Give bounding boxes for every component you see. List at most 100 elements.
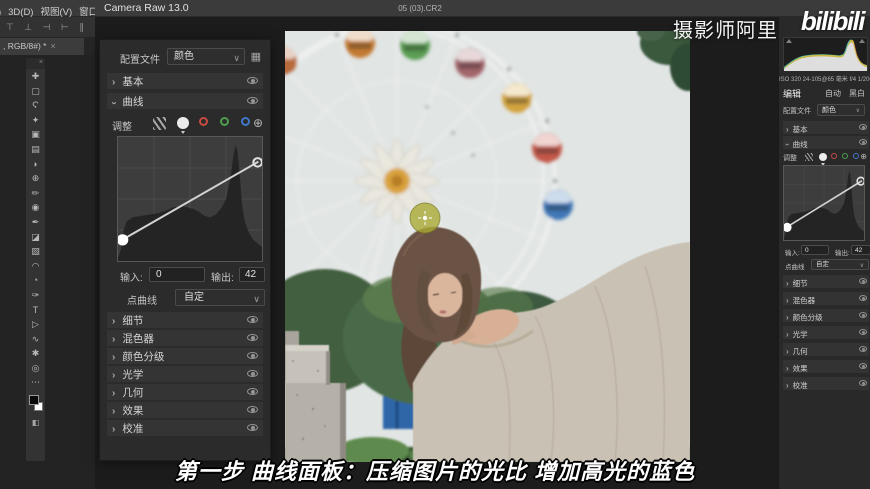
- path-selection-tool[interactable]: ▷: [26, 317, 45, 332]
- menu-view[interactable]: 视图(V): [40, 7, 72, 17]
- visibility-eye-icon[interactable]: [859, 380, 867, 386]
- targeted-adjustment-icon[interactable]: ⊕: [860, 152, 867, 161]
- visibility-eye-icon[interactable]: [859, 312, 867, 318]
- visibility-eye-icon[interactable]: [247, 424, 258, 431]
- blue-channel-icon[interactable]: [241, 117, 250, 126]
- section-color-mixer[interactable]: ›混色器: [783, 292, 869, 305]
- point-curve-channel-icon[interactable]: [177, 117, 189, 129]
- profile-select[interactable]: 颜色 ∨: [167, 48, 245, 65]
- visibility-eye-icon[interactable]: [859, 278, 867, 284]
- color-sampler-cursor[interactable]: [410, 203, 440, 233]
- section-color-grading[interactable]: ›颜色分级: [107, 348, 263, 364]
- section-color-grading[interactable]: ›颜色分级: [783, 309, 869, 322]
- visibility-eye-icon[interactable]: [247, 370, 258, 377]
- section-geometry[interactable]: ›几何: [783, 343, 869, 356]
- section-curves[interactable]: ›曲线: [783, 136, 869, 149]
- visibility-eye-icon[interactable]: [859, 346, 867, 352]
- lasso-tool[interactable]: Ϛ: [26, 98, 45, 113]
- visibility-eye-icon[interactable]: [859, 124, 867, 130]
- more-tools[interactable]: ⋯: [26, 375, 45, 390]
- blue-channel-icon[interactable]: [853, 153, 859, 159]
- history-brush-tool[interactable]: ✒: [26, 215, 45, 230]
- tone-curve-graph[interactable]: [117, 136, 263, 262]
- tone-curve-graph[interactable]: [783, 165, 865, 241]
- visibility-eye-icon[interactable]: [859, 329, 867, 335]
- section-basic[interactable]: ›基本: [107, 73, 263, 89]
- input-value-field[interactable]: 0: [801, 245, 829, 255]
- output-value-field[interactable]: 42: [239, 267, 265, 282]
- menu-filter[interactable]: 滤镜(T): [0, 7, 1, 17]
- section-effects[interactable]: ›效果: [783, 360, 869, 373]
- section-calibration[interactable]: ›校准: [107, 420, 263, 436]
- visibility-eye-icon[interactable]: [247, 334, 258, 341]
- parametric-curve-icon[interactable]: [153, 117, 166, 130]
- point-curve-select[interactable]: 自定 ∨: [175, 289, 265, 306]
- histogram[interactable]: [783, 37, 868, 71]
- section-color-mixer[interactable]: ›混色器: [107, 330, 263, 346]
- visibility-eye-icon[interactable]: [247, 406, 258, 413]
- visibility-eye-icon[interactable]: [247, 352, 258, 359]
- move-tool[interactable]: ✚: [26, 69, 45, 84]
- brush-tool[interactable]: ✏: [26, 186, 45, 201]
- section-curves[interactable]: ›曲线: [107, 93, 263, 109]
- healing-brush-tool[interactable]: ⊕: [26, 171, 45, 186]
- bw-button[interactable]: 黑白: [849, 88, 865, 99]
- section-geometry[interactable]: ›几何: [107, 384, 263, 400]
- auto-button[interactable]: 自动: [825, 88, 841, 99]
- document-tab[interactable]: , RGB/8#) *×: [0, 38, 84, 55]
- output-value-field[interactable]: 42: [851, 245, 870, 255]
- distribute-icon[interactable]: ∥: [79, 22, 84, 33]
- section-detail[interactable]: ›细节: [783, 275, 869, 288]
- marquee-tool[interactable]: ▢: [26, 84, 45, 99]
- quick-selection-tool[interactable]: ✦: [26, 113, 45, 128]
- eraser-tool[interactable]: ◪: [26, 230, 45, 245]
- visibility-eye-icon[interactable]: [859, 363, 867, 369]
- tab-close-icon[interactable]: ×: [50, 41, 55, 51]
- align-bottom-icon[interactable]: ⊥: [24, 22, 32, 33]
- gradient-tool[interactable]: ▧: [26, 244, 45, 259]
- section-optics[interactable]: ›光学: [783, 326, 869, 339]
- point-curve-channel-icon[interactable]: [819, 153, 827, 161]
- crop-tool[interactable]: ▣: [26, 127, 45, 142]
- parametric-curve-icon[interactable]: [805, 153, 813, 161]
- hand-tool[interactable]: ✱: [26, 346, 45, 361]
- red-channel-icon[interactable]: [831, 153, 837, 159]
- zoom-tool[interactable]: ◎: [26, 361, 45, 376]
- menu-3d[interactable]: 3D(D): [8, 7, 33, 17]
- visibility-eye-icon[interactable]: [247, 388, 258, 395]
- clone-stamp-tool[interactable]: ◉: [26, 200, 45, 215]
- visibility-eye-icon[interactable]: [247, 77, 258, 84]
- align-left-icon[interactable]: ⊣: [43, 22, 51, 33]
- red-channel-icon[interactable]: [199, 117, 208, 126]
- targeted-adjustment-icon[interactable]: ⊕: [253, 116, 263, 130]
- green-channel-icon[interactable]: [220, 117, 229, 126]
- collapse-icon[interactable]: ×: [39, 59, 43, 66]
- section-detail[interactable]: ›细节: [107, 312, 263, 328]
- blur-tool[interactable]: ◠: [26, 259, 45, 274]
- photo-canvas[interactable]: [285, 31, 690, 462]
- point-curve-select[interactable]: 自定 ∨: [811, 259, 869, 270]
- visibility-eye-icon[interactable]: [247, 97, 258, 104]
- pen-tool[interactable]: ✑: [26, 288, 45, 303]
- profile-select[interactable]: 颜色 ∨: [817, 104, 865, 116]
- dodge-tool[interactable]: ◔: [26, 273, 45, 288]
- quick-mask-icon[interactable]: ◧: [26, 416, 45, 431]
- visibility-eye-icon[interactable]: [859, 295, 867, 301]
- menu-window[interactable]: 窗口(W): [79, 7, 95, 17]
- shape-tool[interactable]: ∿: [26, 332, 45, 347]
- frame-tool[interactable]: ▤: [26, 142, 45, 157]
- foreground-color-swatch[interactable]: [29, 395, 39, 405]
- visibility-eye-icon[interactable]: [859, 139, 867, 145]
- section-optics[interactable]: ›光学: [107, 366, 263, 382]
- visibility-eye-icon[interactable]: [247, 316, 258, 323]
- type-tool[interactable]: T: [26, 303, 45, 318]
- section-calibration[interactable]: ›校准: [783, 377, 869, 390]
- green-channel-icon[interactable]: [842, 153, 848, 159]
- tools-palette-header[interactable]: ×: [26, 58, 45, 69]
- section-effects[interactable]: ›效果: [107, 402, 263, 418]
- eyedropper-tool[interactable]: ◗: [26, 157, 45, 172]
- profile-browser-icon[interactable]: ▦: [251, 50, 261, 63]
- color-swatches[interactable]: [26, 392, 45, 416]
- align-top-icon[interactable]: ⊤: [6, 22, 14, 33]
- section-basic[interactable]: ›基本: [783, 121, 869, 134]
